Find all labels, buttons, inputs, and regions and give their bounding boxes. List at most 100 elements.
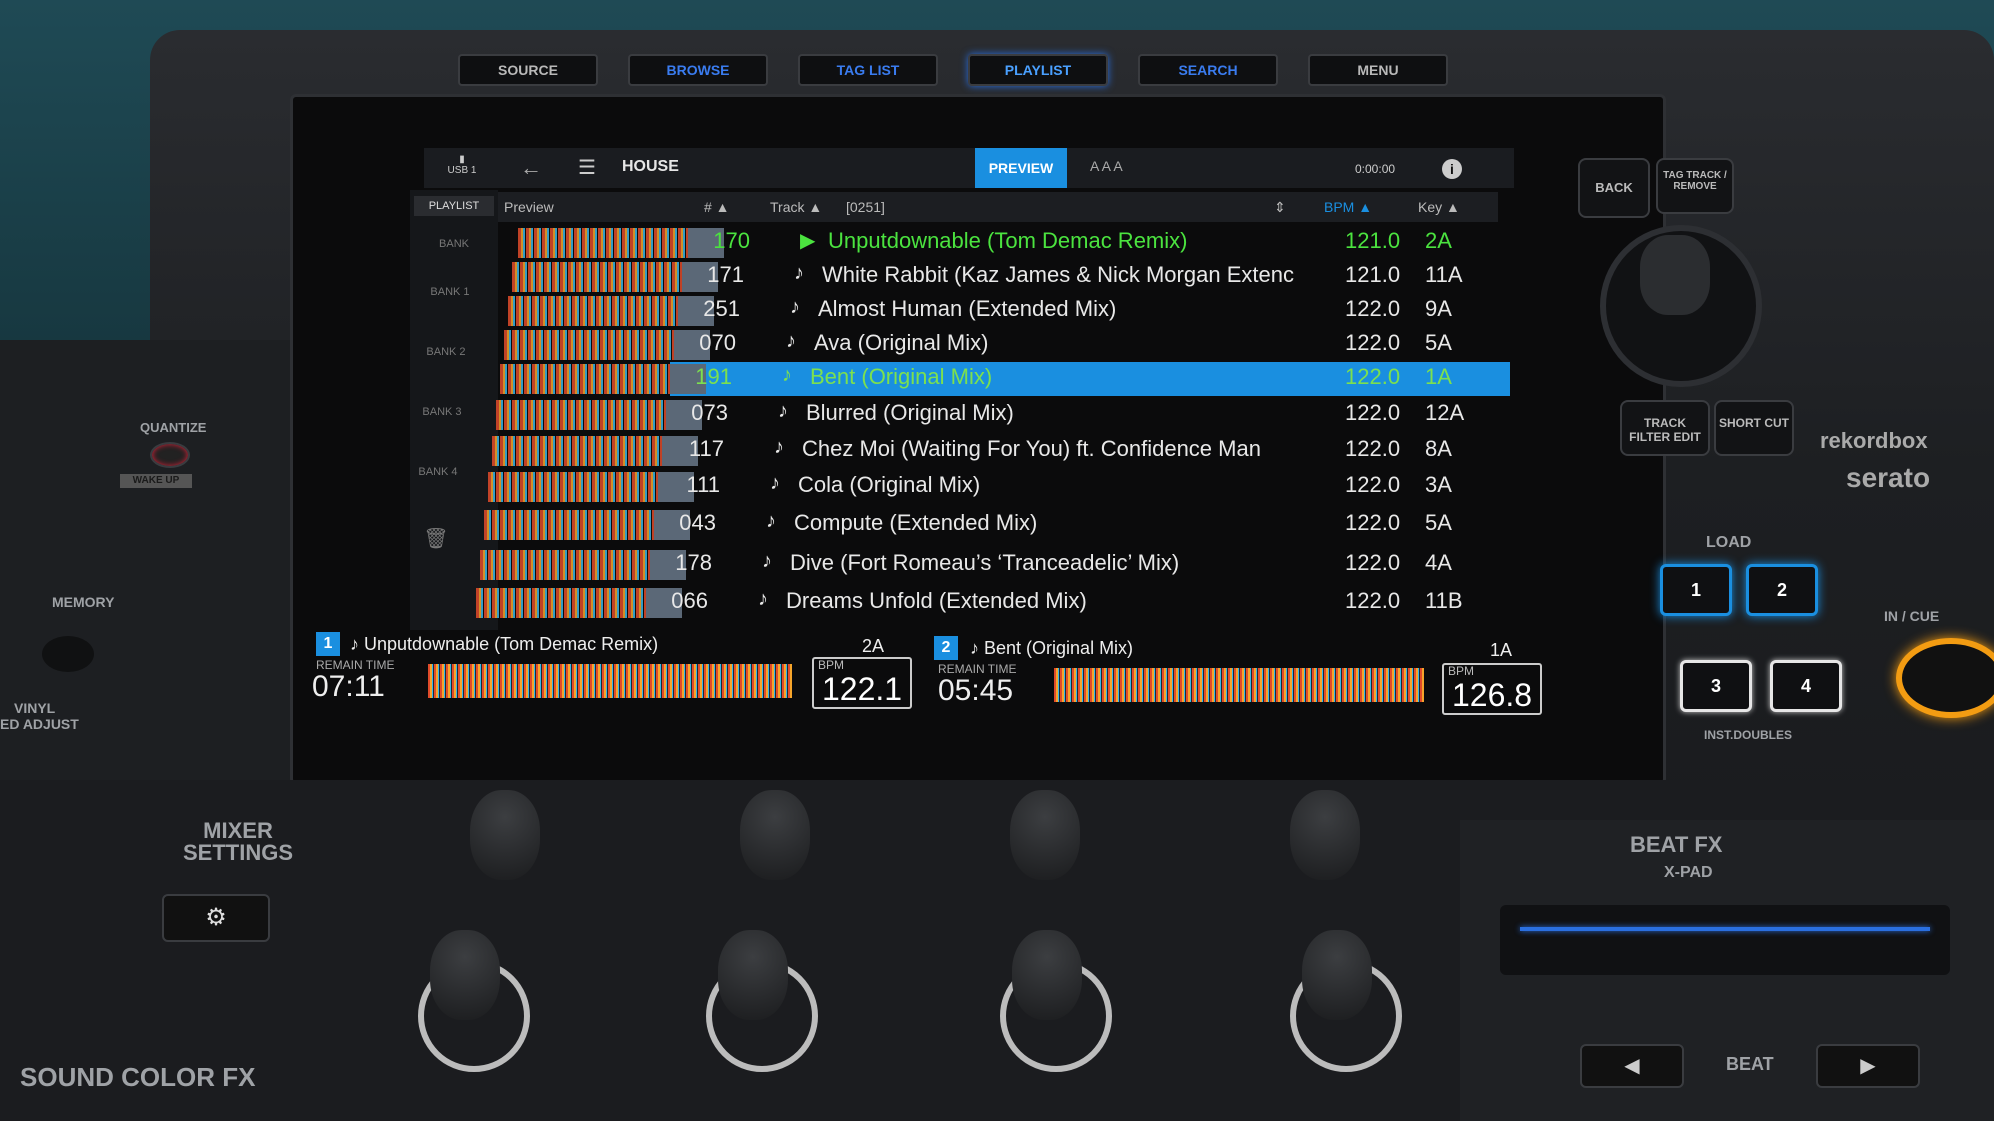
- eq-knob-2[interactable]: [718, 930, 788, 1020]
- track-row[interactable]: 171 ♪ White Rabbit (Kaz James & Nick Morga…: [430, 260, 1510, 294]
- track-row[interactable]: 117 ♪ Chez Moi (Waiting For You) ft. Confi…: [430, 434, 1510, 468]
- trim-knob-2[interactable]: [740, 790, 810, 880]
- browse-button[interactable]: BROWSE: [628, 54, 768, 86]
- track-waveform-preview[interactable]: [492, 436, 662, 466]
- beat-left-arrow-icon[interactable]: ◀: [1580, 1044, 1684, 1088]
- track-title: Unputdownable (Tom Demac Remix): [828, 228, 1188, 253]
- memory-label: MEMORY: [52, 594, 115, 610]
- load-deck-1-button[interactable]: 1: [1660, 564, 1732, 616]
- col-number[interactable]: # ▲: [704, 199, 730, 215]
- playlist-button[interactable]: PLAYLIST: [968, 54, 1108, 86]
- track-filter-edit-button[interactable]: TRACK FILTER EDIT: [1620, 400, 1710, 456]
- sort-toggle-icon[interactable]: ⇕: [1274, 199, 1286, 216]
- track-waveform-preview[interactable]: [496, 400, 666, 430]
- track-key: 1A: [1425, 364, 1452, 389]
- track-waveform-preview[interactable]: [512, 262, 682, 292]
- track-bpm: 122.0: [1345, 400, 1401, 425]
- track-row[interactable]: 178 ♪ Dive (Fort Romeau’s ‘Tranceadelic’ M…: [430, 548, 1510, 582]
- track-number: 251: [703, 296, 740, 321]
- track-waveform-preview[interactable]: [488, 472, 658, 502]
- track-key: 5A: [1425, 510, 1452, 535]
- trim-knob-3[interactable]: [1010, 790, 1080, 880]
- load-deck-2-button[interactable]: 2: [1746, 564, 1818, 616]
- short-cut-button[interactable]: SHORT CUT: [1714, 400, 1794, 456]
- note-icon: ♪: [790, 296, 800, 318]
- info-icon[interactable]: i: [1442, 159, 1462, 179]
- track-number: 066: [671, 588, 708, 613]
- load-deck-4-button[interactable]: 4: [1770, 660, 1842, 712]
- deck-1-number: 1: [316, 632, 340, 656]
- tag-track-remove-button[interactable]: TAG TRACK / REMOVE: [1656, 158, 1734, 214]
- preview-button[interactable]: PREVIEW: [975, 148, 1067, 188]
- track-waveform-preview[interactable]: [480, 550, 650, 580]
- beat-right-arrow-icon[interactable]: ▶: [1816, 1044, 1920, 1088]
- usb-source-label[interactable]: ▮ USB 1: [442, 154, 482, 176]
- track-row[interactable]: 070 ♪ Ava (Original Mix) 122.0 5A: [430, 328, 1510, 362]
- mixer-settings-gear-icon[interactable]: ⚙: [162, 894, 270, 942]
- eq-knob-1[interactable]: [430, 930, 500, 1020]
- track-row[interactable]: 066 ♪ Dreams Unfold (Extended Mix) 122.0 11B: [430, 586, 1510, 620]
- rotary-selector-knob[interactable]: [1640, 235, 1710, 315]
- usb-icon: ▮: [459, 154, 465, 165]
- track-waveform-preview[interactable]: [518, 228, 688, 258]
- deck-2-time: 05:45: [938, 674, 1014, 707]
- track-waveform-preview[interactable]: [476, 588, 646, 618]
- memory-button[interactable]: [42, 636, 94, 672]
- track-row[interactable]: 191 ♪ Bent (Original Mix) 122.0 1A: [430, 362, 1510, 396]
- track-number: 117: [688, 436, 724, 461]
- track-row[interactable]: 251 ♪ Almost Human (Extended Mix) 122.0 9A: [430, 294, 1510, 328]
- track-key: 3A: [1425, 472, 1452, 497]
- track-bpm: 122.0: [1345, 510, 1401, 535]
- x-pad-touch-strip[interactable]: [1500, 905, 1950, 975]
- track-row[interactable]: 170 ▶ Unputdownable (Tom Demac Remix) 121.0…: [430, 226, 1510, 260]
- deck-2-key: 1A: [1490, 640, 1513, 660]
- track-waveform-preview[interactable]: [500, 364, 670, 394]
- trim-knob-4[interactable]: [1290, 790, 1360, 880]
- col-preview[interactable]: Preview: [504, 199, 554, 215]
- note-icon: ♪: [770, 472, 780, 494]
- x-pad-label: X-PAD: [1664, 864, 1713, 881]
- track-title: Cola (Original Mix): [798, 472, 981, 497]
- deck-1-key: 2A: [862, 636, 885, 656]
- track-count: [0251]: [846, 199, 885, 215]
- track-bpm: 122.0: [1345, 550, 1401, 575]
- track-row[interactable]: 073 ♪ Blurred (Original Mix) 122.0 12A: [430, 398, 1510, 432]
- col-key[interactable]: Key ▲: [1418, 199, 1460, 215]
- back-arrow-icon[interactable]: ←: [520, 155, 542, 181]
- track-waveform-preview[interactable]: [508, 296, 678, 326]
- font-size-buttons[interactable]: A A A: [1090, 158, 1123, 174]
- quantize-button[interactable]: [150, 442, 190, 468]
- deck-1-bpm-box: BPM 122.1: [812, 657, 912, 709]
- track-number: 171: [707, 262, 744, 287]
- track-title: Almost Human (Extended Mix): [818, 296, 1117, 321]
- back-button[interactable]: BACK: [1578, 158, 1650, 218]
- track-waveform-preview[interactable]: [484, 510, 654, 540]
- deck-2-waveform[interactable]: [1054, 668, 1424, 702]
- inst-doubles-label: INST.DOUBLES: [1704, 728, 1793, 742]
- note-icon: ♪: [794, 262, 804, 284]
- track-bpm: 121.0: [1345, 262, 1401, 287]
- search-button[interactable]: SEARCH: [1138, 54, 1278, 86]
- sidebar-playlist[interactable]: PLAYLIST: [414, 196, 494, 216]
- load-deck-3-button[interactable]: 3: [1680, 660, 1752, 712]
- source-button[interactable]: SOURCE: [458, 54, 598, 86]
- track-row[interactable]: 043 ♪ Compute (Extended Mix) 122.0 5A: [430, 508, 1510, 542]
- track-row[interactable]: 111 ♪ Cola (Original Mix) 122.0 3A: [430, 470, 1510, 504]
- track-bpm: 122.0: [1345, 364, 1401, 389]
- track-waveform-preview[interactable]: [504, 330, 674, 360]
- note-icon: ♪: [758, 588, 768, 610]
- track-key: 11A: [1425, 262, 1463, 287]
- menu-button[interactable]: MENU: [1308, 54, 1448, 86]
- deck-1-waveform[interactable]: [428, 664, 792, 698]
- track-key: 11B: [1425, 588, 1463, 613]
- trim-knob-1[interactable]: [470, 790, 540, 880]
- eq-knob-3[interactable]: [1012, 930, 1082, 1020]
- track-bpm: 121.0: [1345, 228, 1401, 253]
- deck-1-bpm: 122.1: [822, 671, 903, 707]
- sound-color-fx-label: SOUND COLOR FX: [20, 1062, 256, 1092]
- col-bpm[interactable]: BPM ▲: [1324, 199, 1372, 215]
- beat-fx-label: BEAT FX: [1630, 832, 1723, 857]
- eq-knob-4[interactable]: [1302, 930, 1372, 1020]
- col-track[interactable]: Track ▲: [770, 199, 822, 215]
- tag-list-button[interactable]: TAG LIST: [798, 54, 938, 86]
